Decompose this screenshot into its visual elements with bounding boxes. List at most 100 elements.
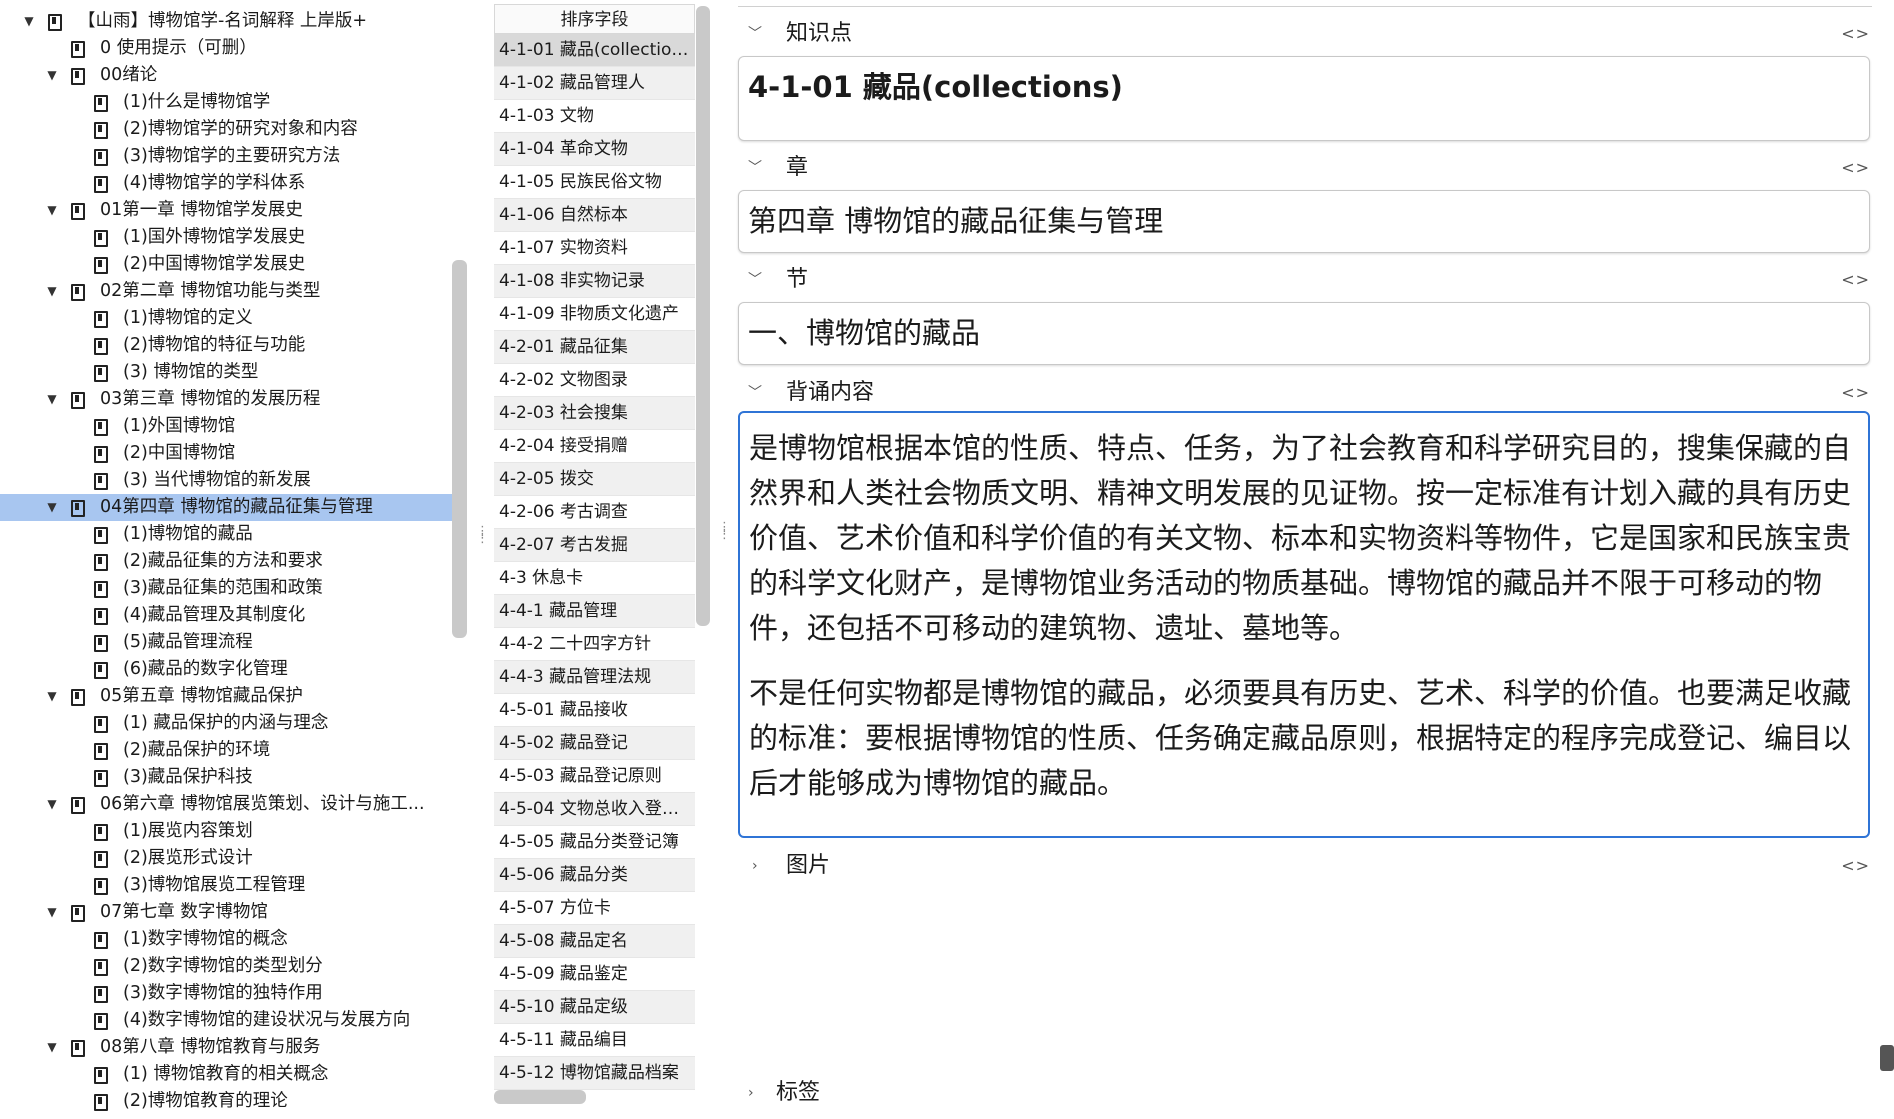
card-row[interactable]: 4-2-07 考古发掘	[494, 529, 695, 562]
tree-item[interactable]: (3)博物馆展览工程管理	[0, 872, 452, 899]
tree-item[interactable]: ▼ 06第六章 博物馆展览策划、设计与施工...	[0, 791, 452, 818]
card-row[interactable]: 4-5-04 文物总收入登记...	[494, 793, 695, 826]
tree-item[interactable]: (2)藏品保护的环境	[0, 737, 452, 764]
tree-item[interactable]: (3) 博物馆的类型	[0, 359, 452, 386]
chevron-right-icon[interactable]: ›	[748, 1079, 768, 1107]
tree-item[interactable]: (2)中国博物馆学发展史	[0, 251, 452, 278]
tree-item[interactable]: ▼ 01第一章 博物馆学发展史	[0, 197, 452, 224]
card-row[interactable]: 4-5-02 藏品登记	[494, 727, 695, 760]
chevron-down-icon[interactable]: ﹀	[748, 379, 768, 407]
card-row[interactable]: 4-2-03 社会搜集	[494, 397, 695, 430]
html-editor-toggle-icon[interactable]: <>	[1841, 852, 1870, 880]
tree-item[interactable]: (1)什么是博物馆学	[0, 89, 452, 116]
card-row[interactable]: 4-2-06 考古调查	[494, 496, 695, 529]
field-input-knowledge[interactable]: 4-1-01 藏品(collections)	[738, 56, 1870, 141]
tree-item[interactable]: ▼ 07第七章 数字博物馆	[0, 899, 452, 926]
chevron-down-icon[interactable]: ▼	[44, 494, 60, 521]
chevron-down-icon[interactable]: ▼	[44, 899, 60, 926]
chevron-down-icon[interactable]: ▼	[44, 197, 60, 224]
field-input-section[interactable]: 一、博物馆的藏品	[738, 302, 1870, 365]
tree-item[interactable]: (3)藏品征集的范围和政策	[0, 575, 452, 602]
editor-scrollbar[interactable]	[1880, 1045, 1894, 1071]
card-row[interactable]: 4-5-09 藏品鉴定	[494, 958, 695, 991]
tree-item[interactable]: (1)博物馆的藏品	[0, 521, 452, 548]
tree-item[interactable]: ▼ 05第五章 博物馆藏品保护	[0, 683, 452, 710]
tree-item[interactable]: (1)国外博物馆学发展史	[0, 224, 452, 251]
card-row[interactable]: 4-1-07 实物资料	[494, 232, 695, 265]
card-row[interactable]: 4-5-12 博物馆藏品档案	[494, 1057, 695, 1090]
tree-item[interactable]: (3)藏品保护科技	[0, 764, 452, 791]
tree-item[interactable]: (2)数字博物馆的类型划分	[0, 953, 452, 980]
tree-item[interactable]: (5)藏品管理流程	[0, 629, 452, 656]
card-row[interactable]: 4-2-02 文物图录	[494, 364, 695, 397]
chevron-down-icon[interactable]: ▼	[44, 278, 60, 305]
tree-item[interactable]: ▼ 00绪论	[0, 62, 452, 89]
card-row[interactable]: 4-4-1 藏品管理	[494, 595, 695, 628]
chevron-down-icon[interactable]: ▼	[44, 62, 60, 89]
tree-item[interactable]: ▼ 08第八章 博物馆教育与服务	[0, 1034, 452, 1061]
tree-item[interactable]: ▼ 04第四章 博物馆的藏品征集与管理	[0, 494, 452, 521]
card-row[interactable]: 4-1-06 自然标本	[494, 199, 695, 232]
card-row[interactable]: 4-5-03 藏品登记原则	[494, 760, 695, 793]
tree-item[interactable]: (2)藏品征集的方法和要求	[0, 548, 452, 575]
tree-item[interactable]: (2)博物馆的特征与功能	[0, 332, 452, 359]
chevron-down-icon[interactable]: ▼	[44, 683, 60, 710]
field-header-knowledge[interactable]: ﹀ 知识点 <>	[748, 20, 1870, 48]
chevron-down-icon[interactable]: ▼	[21, 8, 37, 35]
card-list-vertical-scrollbar[interactable]	[696, 6, 710, 626]
tree-item[interactable]: (1) 博物馆教育的相关概念	[0, 1061, 452, 1088]
tree-item[interactable]: (2)中国博物馆	[0, 440, 452, 467]
sort-field-column-header[interactable]: 排序字段	[494, 4, 695, 34]
card-row[interactable]: 4-2-01 藏品征集	[494, 331, 695, 364]
card-row[interactable]: 4-4-3 藏品管理法规	[494, 661, 695, 694]
card-row[interactable]: 4-1-08 非实物记录	[494, 265, 695, 298]
card-row[interactable]: 4-5-08 藏品定名	[494, 925, 695, 958]
card-row[interactable]: 4-5-07 方位卡	[494, 892, 695, 925]
card-row[interactable]: 4-1-03 文物	[494, 100, 695, 133]
card-row[interactable]: 4-4-2 二十四字方针	[494, 628, 695, 661]
html-editor-toggle-icon[interactable]: <>	[1841, 266, 1870, 294]
tree-item[interactable]: (1)外国博物馆	[0, 413, 452, 440]
tree-item[interactable]: (3)博物馆学的主要研究方法	[0, 143, 452, 170]
card-row[interactable]: 4-5-11 藏品编目	[494, 1024, 695, 1057]
card-row[interactable]: 4-1-01 藏品(collections)	[494, 34, 695, 67]
chevron-down-icon[interactable]: ▼	[44, 386, 60, 413]
field-header-tags[interactable]: › 标签	[744, 1079, 1866, 1107]
tree-item[interactable]: (6)藏品的数字化管理	[0, 656, 452, 683]
tree-item[interactable]: (3)数字博物馆的独特作用	[0, 980, 452, 1007]
tree-item[interactable]: (1)博物馆的定义	[0, 305, 452, 332]
card-row[interactable]: 4-5-10 藏品定级	[494, 991, 695, 1024]
card-row[interactable]: 4-5-01 藏品接收	[494, 694, 695, 727]
field-header-section[interactable]: ﹀ 节 <>	[748, 266, 1870, 294]
tree-item[interactable]: ▼ 03第三章 博物馆的发展历程	[0, 386, 452, 413]
tree-item[interactable]: (1)展览内容策划	[0, 818, 452, 845]
field-input-chapter[interactable]: 第四章 博物馆的藏品征集与管理	[738, 190, 1870, 253]
tree-item[interactable]: (4)数字博物馆的建设状况与发展方向	[0, 1007, 452, 1034]
field-header-content[interactable]: ﹀ 背诵内容 <>	[748, 379, 1870, 407]
card-row[interactable]: 4-5-05 藏品分类登记簿	[494, 826, 695, 859]
chevron-down-icon[interactable]: ▼	[44, 791, 60, 818]
chevron-down-icon[interactable]: ﹀	[748, 154, 768, 182]
splitter-handle-icon[interactable]: ⋮ ⋮	[718, 521, 731, 546]
tree-item[interactable]: (4)博物馆学的学科体系	[0, 170, 452, 197]
card-row[interactable]: 4-2-04 接受捐赠	[494, 430, 695, 463]
field-header-images[interactable]: › 图片 <>	[748, 852, 1870, 880]
card-row[interactable]: 4-2-05 拨交	[494, 463, 695, 496]
tree-item[interactable]: ▼ 【山雨】博物馆学-名词解释 上岸版+	[0, 8, 452, 35]
tree-item[interactable]: 0 使用提示（可删）	[0, 35, 452, 62]
card-row[interactable]: 4-5-06 藏品分类	[494, 859, 695, 892]
html-editor-toggle-icon[interactable]: <>	[1841, 379, 1870, 407]
tree-item[interactable]: ▼ 02第二章 博物馆功能与类型	[0, 278, 452, 305]
splitter-handle-icon[interactable]: ⋮ ⋮	[476, 525, 489, 550]
chevron-down-icon[interactable]: ﹀	[748, 266, 768, 294]
tree-item[interactable]: (2)博物馆教育的理论	[0, 1088, 452, 1115]
tree-item[interactable]: (1) 藏品保护的内涵与理念	[0, 710, 452, 737]
card-row[interactable]: 4-1-04 革命文物	[494, 133, 695, 166]
card-row[interactable]: 4-1-05 民族民俗文物	[494, 166, 695, 199]
card-row[interactable]: 4-1-02 藏品管理人	[494, 67, 695, 100]
chevron-down-icon[interactable]: ▼	[44, 1034, 60, 1061]
html-editor-toggle-icon[interactable]: <>	[1841, 154, 1870, 182]
field-input-content[interactable]: 是博物馆根据本馆的性质、特点、任务，为了社会教育和科学研究目的，搜集保藏的自然界…	[738, 411, 1870, 838]
card-list-horizontal-scrollbar[interactable]	[494, 1090, 586, 1104]
field-header-chapter[interactable]: ﹀ 章 <>	[748, 154, 1870, 182]
